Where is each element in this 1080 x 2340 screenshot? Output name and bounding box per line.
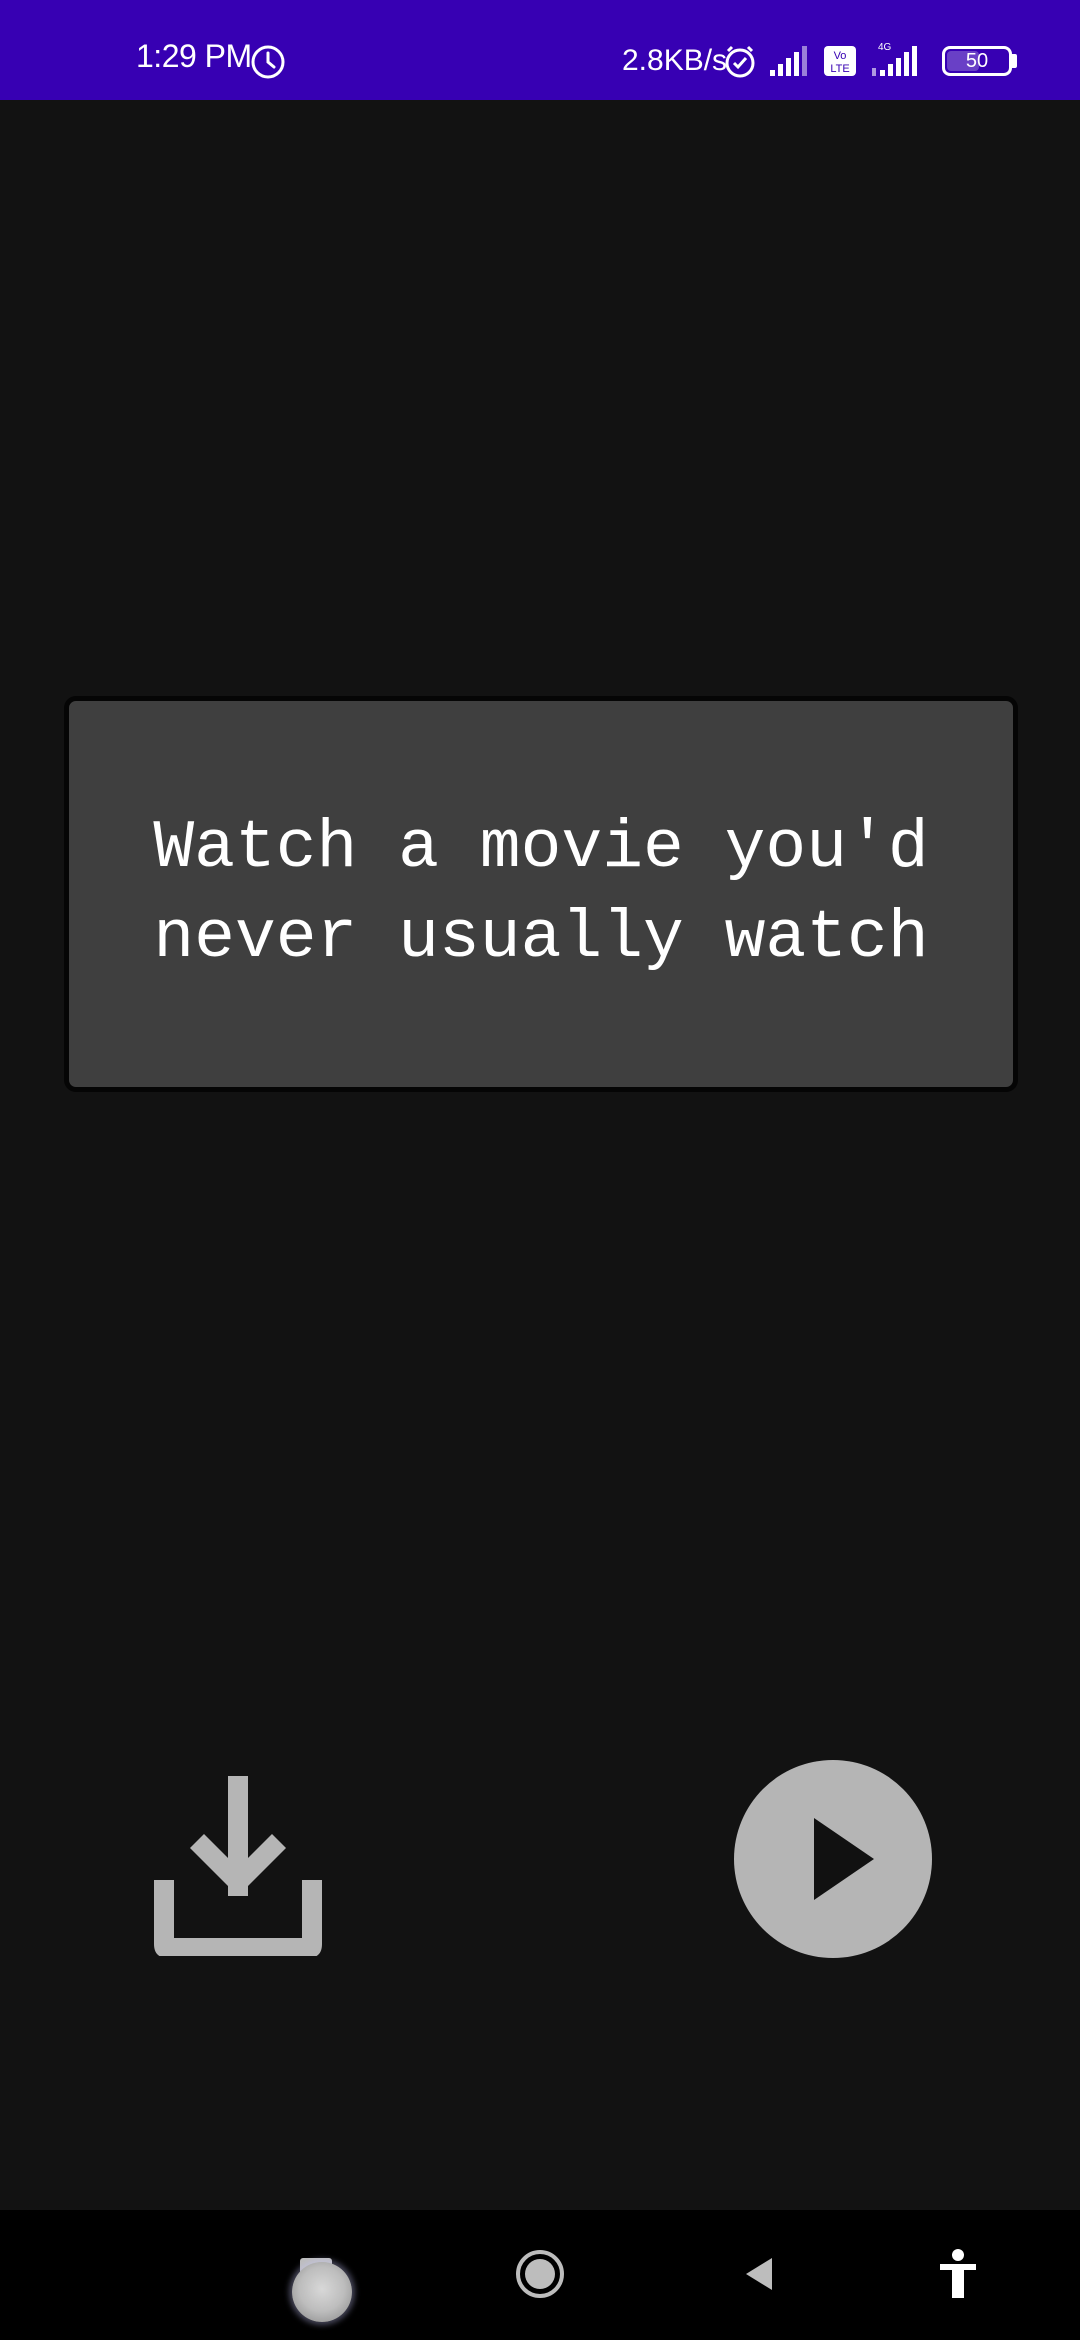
download-button[interactable] xyxy=(148,1776,328,1958)
task-card: Watch a movie you'd never usually watch xyxy=(64,696,1018,1092)
battery-level: 50 xyxy=(965,50,989,72)
accessibility-icon[interactable] xyxy=(936,2248,980,2300)
signal-4g-icon: 4G xyxy=(868,40,928,80)
signal-icon xyxy=(768,44,812,78)
alarm-icon xyxy=(722,44,758,80)
touch-indicator xyxy=(292,2262,352,2322)
svg-text:4G: 4G xyxy=(878,42,892,53)
svg-text:Vo: Vo xyxy=(834,50,847,62)
app-screen: 1:29 PM 2.8KB/s Vo LTE 4G 50 Watch a mov… xyxy=(0,0,1080,2340)
svg-text:LTE: LTE xyxy=(830,63,849,75)
volte-icon: Vo LTE xyxy=(822,44,858,78)
clock-icon xyxy=(250,44,286,80)
battery-icon: 50 xyxy=(942,46,1012,76)
back-icon[interactable] xyxy=(740,2254,780,2294)
home-icon[interactable] xyxy=(514,2248,566,2300)
status-time: 1:29 PM xyxy=(136,38,252,74)
play-button[interactable] xyxy=(734,1760,932,1958)
task-text: Watch a movie you'd never usually watch xyxy=(153,810,929,977)
battery-tip xyxy=(1012,54,1017,68)
navigation-bar xyxy=(0,2210,1080,2340)
status-bar: 1:29 PM 2.8KB/s Vo LTE 4G 50 xyxy=(0,0,1080,100)
download-icon xyxy=(154,1776,322,1958)
play-icon xyxy=(814,1818,874,1900)
network-speed: 2.8KB/s xyxy=(622,44,728,77)
